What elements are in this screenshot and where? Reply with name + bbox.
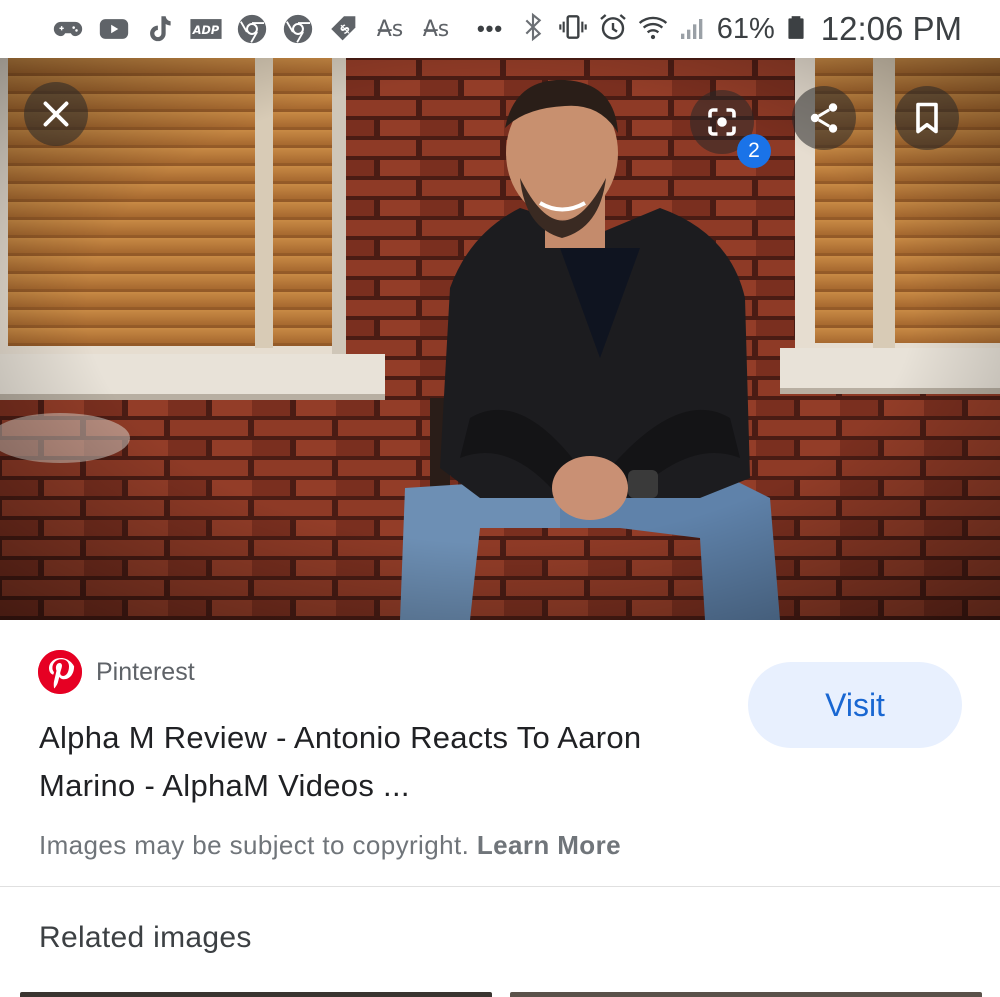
battery-percent: 61%	[716, 12, 775, 45]
image-preview[interactable]: 2	[0, 58, 1000, 620]
related-image-thumbnail[interactable]	[20, 992, 492, 997]
visit-button[interactable]: Visit	[748, 662, 962, 748]
adp-icon: ADP	[188, 11, 224, 47]
battery-icon	[783, 10, 809, 49]
svg-text:ADP: ADP	[192, 23, 220, 37]
tiktok-icon	[142, 11, 178, 47]
close-icon	[43, 101, 69, 127]
copyright-text: Images may be subject to copyright.	[39, 830, 470, 860]
photo-man-in-leather-jacket	[0, 58, 1000, 620]
youtube-icon	[96, 11, 132, 47]
learn-more-link[interactable]: Learn More	[477, 830, 621, 860]
lens-icon	[708, 108, 736, 136]
pinterest-logo-icon	[38, 650, 82, 694]
wifi-icon	[637, 11, 669, 48]
copyright-notice: Images may be subject to copyright. Lear…	[39, 830, 621, 861]
signal-icon	[677, 11, 709, 48]
bluetooth-icon	[517, 11, 549, 48]
lens-badge: 2	[737, 134, 771, 168]
gamepad-icon	[50, 11, 86, 47]
share-button[interactable]	[792, 86, 856, 150]
result-info-panel: Pinterest Alpha M Review - Antonio React…	[0, 620, 1000, 886]
font-icon: A̶s	[376, 16, 404, 42]
related-image-thumbnail[interactable]	[510, 992, 982, 997]
overflow-icon: •••	[476, 16, 504, 41]
related-images-heading: Related images	[39, 921, 252, 954]
chrome-icon	[280, 11, 316, 47]
chrome-icon	[234, 11, 270, 47]
clock: 12:06 PM	[820, 10, 962, 47]
source-row[interactable]: Pinterest	[38, 650, 195, 694]
bookmark-icon	[916, 102, 938, 134]
alarm-icon	[597, 11, 629, 48]
price-tag-icon: $	[326, 11, 362, 47]
font-icon: A̶s	[422, 16, 450, 42]
result-title[interactable]: Alpha M Review - Antonio Reacts To Aaron…	[39, 714, 729, 810]
share-icon	[810, 103, 838, 133]
close-button[interactable]	[24, 82, 88, 146]
source-name: Pinterest	[96, 657, 195, 686]
system-icons: 61% 12:06 PM	[517, 10, 962, 49]
status-bar: ADP $ A̶s A̶s ••• 61% 12:06 PM	[0, 0, 1000, 58]
divider	[0, 886, 1000, 887]
notification-icons: ADP $ A̶s A̶s •••	[50, 11, 510, 47]
save-button[interactable]	[895, 86, 959, 150]
vibrate-icon	[557, 11, 589, 48]
